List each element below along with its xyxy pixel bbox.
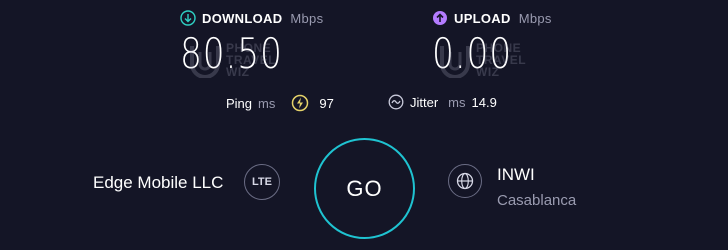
- upload-label: UPLOAD: [454, 10, 511, 26]
- go-button[interactable]: GO: [314, 138, 415, 239]
- upload-value: 0.00: [432, 29, 512, 78]
- jitter-value: 14.9: [471, 94, 497, 110]
- jitter-icon: [388, 94, 404, 110]
- ping-label: Ping: [226, 95, 253, 111]
- ping-unit: ms: [258, 95, 276, 111]
- jitter-stat: Jitter ms 14.9: [388, 94, 497, 110]
- upload-metric: UPLOAD Mbps 0.00: [432, 10, 552, 78]
- upload-unit: Mbps: [518, 10, 552, 26]
- download-value: 80.50: [180, 29, 283, 78]
- jitter-unit: ms: [448, 94, 466, 110]
- upload-header: UPLOAD Mbps: [432, 10, 552, 26]
- ping-value: 97: [319, 95, 334, 111]
- ping-stat: Ping ms 97: [226, 94, 334, 112]
- download-label: DOWNLOAD: [202, 10, 283, 26]
- server-location[interactable]: Casablanca: [497, 192, 576, 209]
- provider-name[interactable]: Edge Mobile LLC: [93, 173, 223, 193]
- arrow-down-circle-icon: [180, 10, 196, 26]
- connection-type-badge: LTE: [244, 164, 280, 200]
- ping-icon: [292, 94, 309, 112]
- server-badge: [448, 164, 482, 198]
- server-name[interactable]: INWI: [497, 165, 535, 185]
- globe-icon: [456, 172, 474, 190]
- download-header: DOWNLOAD Mbps: [180, 10, 323, 26]
- download-metric: DOWNLOAD Mbps 80.50: [180, 10, 323, 78]
- download-unit: Mbps: [290, 10, 324, 26]
- arrow-up-circle-icon: [433, 11, 447, 25]
- jitter-label: Jitter: [410, 94, 439, 110]
